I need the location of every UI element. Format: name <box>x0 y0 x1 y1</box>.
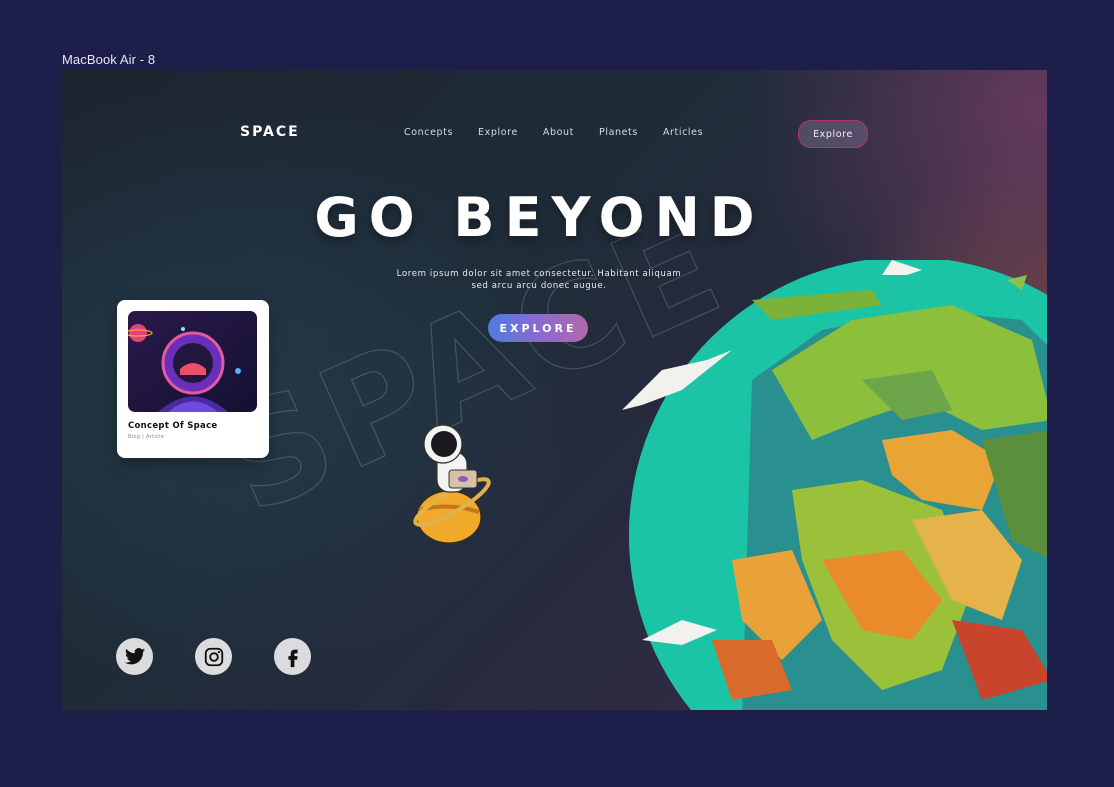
instagram-button[interactable] <box>195 638 232 675</box>
earth-illustration <box>622 260 1047 710</box>
article-card[interactable]: Concept Of Space Blog | Article <box>117 300 269 458</box>
brand-logo[interactable]: SPACE <box>240 124 300 140</box>
facebook-button[interactable] <box>274 638 311 675</box>
twitter-button[interactable] <box>116 638 153 675</box>
nav-about[interactable]: About <box>543 127 574 138</box>
instagram-icon <box>204 647 223 666</box>
card-meta: Blog | Article <box>128 434 165 440</box>
twitter-icon <box>124 647 145 664</box>
artboard-label: MacBook Air - 8 <box>62 52 156 67</box>
card-title: Concept Of Space <box>128 421 218 431</box>
hero-explore-button[interactable]: EXPLORE <box>488 314 588 342</box>
card-image <box>128 311 257 412</box>
nav-concepts[interactable]: Concepts <box>404 127 453 138</box>
nav-articles[interactable]: Articles <box>663 127 703 138</box>
nav-planets[interactable]: Planets <box>599 127 638 138</box>
hero-title: GO BEYOND <box>314 186 765 249</box>
facebook-icon <box>287 649 298 667</box>
landing-page-artboard: SPACE SPACE Concepts Explore About Plane… <box>62 70 1047 710</box>
main-nav: Concepts Explore About Planets Articles <box>404 127 728 138</box>
header-explore-button[interactable]: Explore <box>798 120 868 148</box>
astronaut-illustration <box>413 424 491 544</box>
nav-explore[interactable]: Explore <box>478 127 518 138</box>
